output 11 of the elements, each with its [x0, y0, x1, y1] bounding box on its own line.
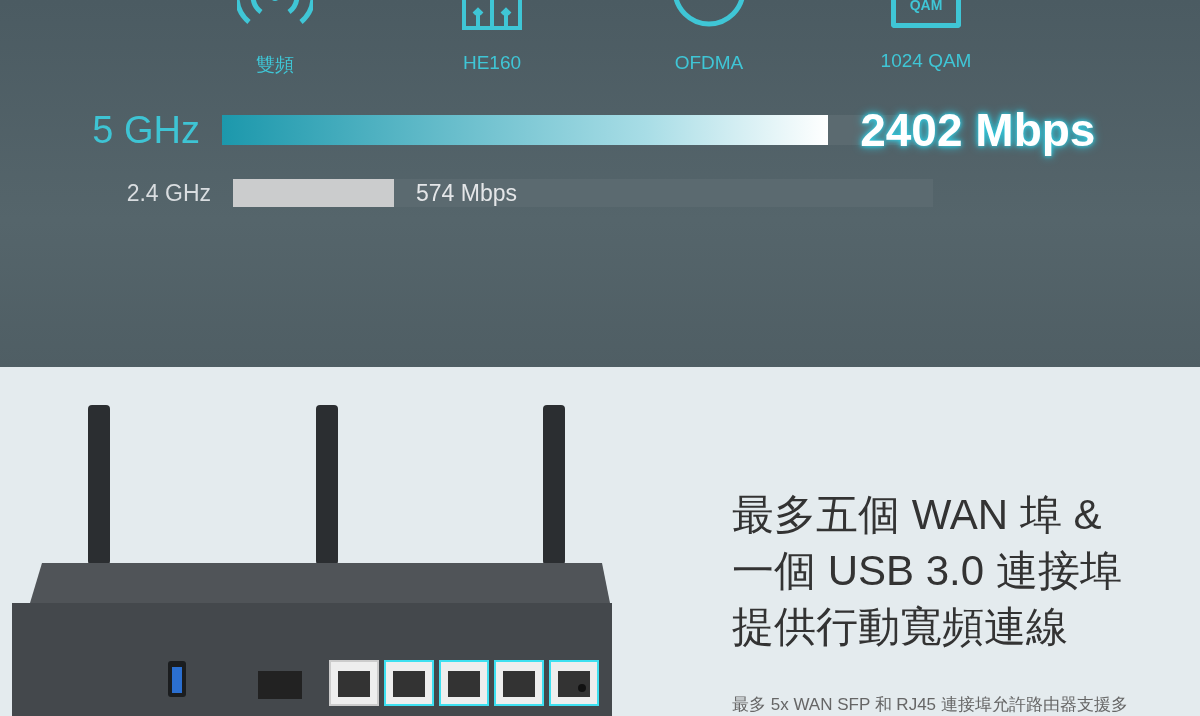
feature-label: 1024 QAM	[880, 50, 972, 72]
qam-icon: QAM	[891, 0, 961, 28]
band-label: 5 GHz	[91, 108, 200, 152]
feature-label: OFDMA	[674, 52, 744, 74]
section-heading: 最多五個 WAN 埠 & 一個 USB 3.0 連接埠 提供行動寬頻連線	[732, 490, 1123, 652]
feature-label: HE160	[462, 52, 522, 74]
section-description: 最多 5x WAN SFP 和 RJ45 連接埠允許路由器支援多	[732, 694, 1128, 716]
feature-label: 雙頻	[256, 53, 294, 77]
band-label: 2.4 GHz	[125, 179, 211, 207]
speed-value: 574 Mbps	[416, 179, 518, 207]
speed-value: 2402 Mbps	[860, 103, 1097, 157]
